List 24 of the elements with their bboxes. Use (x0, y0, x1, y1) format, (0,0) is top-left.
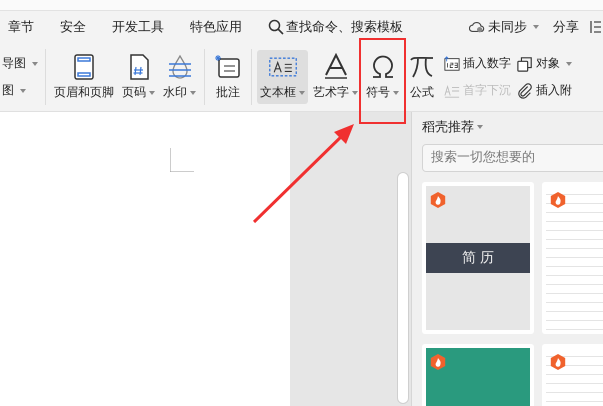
ribbon-button[interactable]: 对象 (515, 54, 574, 73)
sync-button[interactable]: 未同步 (469, 18, 539, 36)
ribbon-button[interactable]: 批注 (210, 50, 246, 104)
menu-tab[interactable]: 开发工具 (112, 18, 164, 36)
ribbon-button[interactable]: 页码 (119, 50, 158, 104)
ribbon-button[interactable]: 艺术字 (310, 50, 361, 104)
share-button[interactable]: 分享 (553, 18, 579, 36)
command-search[interactable]: 查找命令、搜索模板 (268, 18, 403, 36)
ribbon-button[interactable]: 页眉和页脚 (51, 50, 117, 104)
ribbon-button[interactable]: 公式 (404, 50, 440, 104)
menu-tab[interactable]: 章节 (8, 18, 34, 36)
ribbon-button[interactable]: 水印 (160, 50, 199, 104)
menu-tab[interactable]: 安全 (60, 18, 86, 36)
panel-title[interactable]: 稻壳推荐 (422, 118, 603, 136)
ribbon-button[interactable]: 文本框 (257, 50, 308, 104)
cover-title: 简 历 (462, 249, 494, 267)
ribbon-button[interactable]: 插入附 (515, 81, 574, 100)
ribbon-button[interactable]: 插入数字 (442, 54, 513, 73)
template-search-field[interactable]: 搜索一切您想要的 (422, 144, 603, 172)
template-card[interactable]: 简 历 (422, 182, 534, 334)
ribbon-button[interactable]: 图 (0, 81, 40, 100)
menu-tab[interactable]: 特色应用 (190, 18, 242, 36)
ribbon-button[interactable]: 符号 (363, 50, 402, 104)
ribbon-button[interactable]: 导图 (0, 54, 40, 73)
